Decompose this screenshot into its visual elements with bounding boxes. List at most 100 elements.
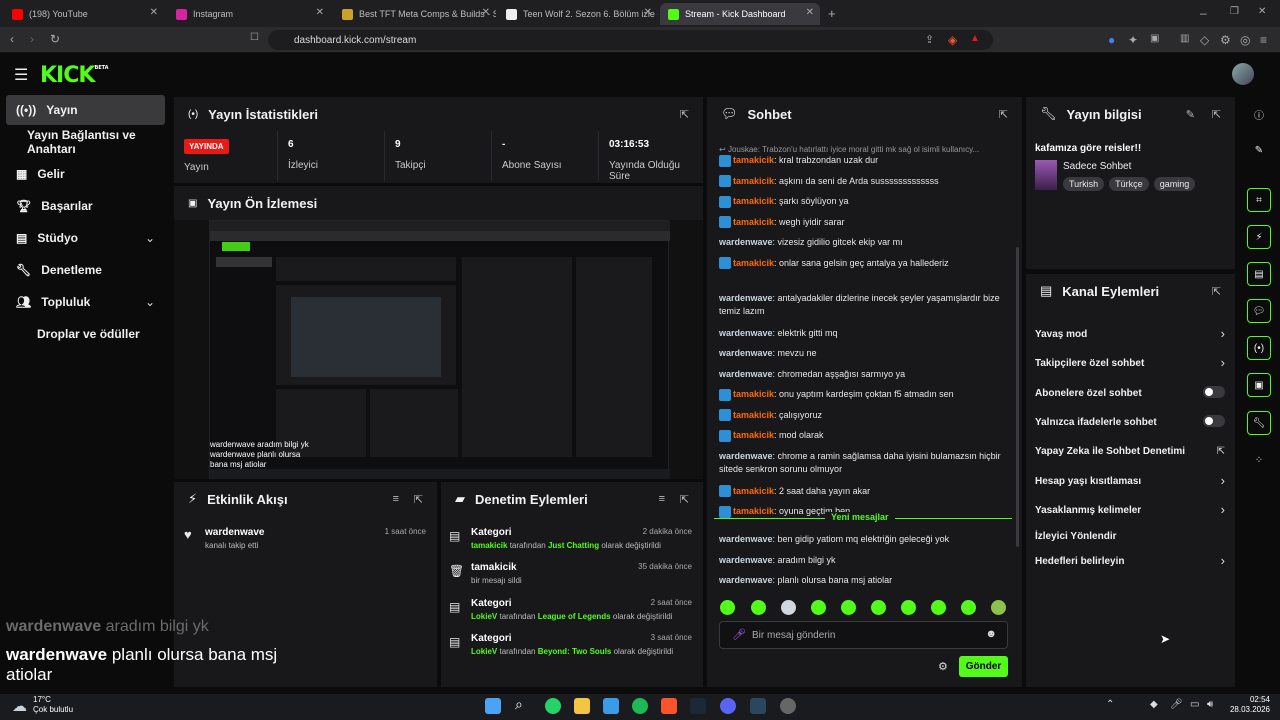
avatar[interactable] bbox=[1232, 63, 1254, 85]
wrench-icon[interactable]: 🔧︎ bbox=[1247, 411, 1271, 435]
extensions-icon[interactable]: ✦ bbox=[1128, 33, 1138, 47]
action-emotes-only[interactable]: Yalnızca ifadelerle sohbet bbox=[1035, 415, 1225, 428]
emote-icon[interactable] bbox=[961, 600, 976, 615]
info-icon[interactable]: ⓘ bbox=[1247, 102, 1271, 126]
discord-icon[interactable] bbox=[720, 698, 736, 714]
weather-cloud-icon[interactable]: ☁ bbox=[12, 697, 27, 715]
close-icon[interactable]: ✕ bbox=[644, 7, 652, 18]
sidebar-item-topluluk[interactable]: 👥︎ Topluluk ⌄ bbox=[6, 287, 165, 317]
network-icon[interactable]: ▭ bbox=[1190, 699, 1199, 710]
chat-username[interactable]: tamakicik bbox=[733, 430, 774, 440]
emotes-only-toggle[interactable] bbox=[1203, 415, 1225, 427]
steam-icon[interactable] bbox=[690, 698, 706, 714]
broadcast-icon[interactable]: (•) bbox=[1247, 336, 1271, 360]
emote-icon[interactable] bbox=[781, 600, 796, 615]
tab-instagram[interactable]: Instagram ✕ bbox=[168, 3, 330, 25]
minimize-icon[interactable]: – bbox=[1200, 6, 1207, 20]
chat-username[interactable]: wardenwave bbox=[719, 369, 773, 379]
action-slow-mode[interactable]: Yavaş mod › bbox=[1035, 326, 1225, 341]
sidebar-item-gelir[interactable]: ▦ Gelir bbox=[6, 159, 165, 189]
volume-icon[interactable]: 🔊︎ bbox=[1207, 699, 1213, 710]
chat-username[interactable]: tamakicik bbox=[733, 155, 774, 165]
emote-icon[interactable] bbox=[841, 600, 856, 615]
menu-icon[interactable]: ≡ bbox=[1260, 33, 1267, 47]
chat-username[interactable]: tamakicik bbox=[733, 389, 774, 399]
share-icon[interactable]: ⇪ bbox=[925, 33, 934, 46]
popout-icon[interactable]: ⇱ bbox=[1212, 285, 1221, 298]
windows-start-icon[interactable] bbox=[485, 698, 501, 714]
tab-youtube[interactable]: (198) YouTube ✕ bbox=[4, 3, 164, 25]
action-account-age[interactable]: Hesap yaşı kısıtlaması › bbox=[1035, 473, 1225, 488]
chat-username[interactable]: wardenwave bbox=[719, 348, 773, 358]
category-thumbnail[interactable] bbox=[1035, 160, 1057, 190]
chat-username[interactable]: tamakicik bbox=[733, 410, 774, 420]
file-explorer-icon[interactable] bbox=[574, 698, 590, 714]
chat-username[interactable]: wardenwave bbox=[719, 555, 773, 565]
chat-scrollbar[interactable] bbox=[1016, 247, 1019, 547]
search-icon[interactable]: ⌕ bbox=[515, 696, 523, 713]
hamburger-menu-icon[interactable]: ☰ bbox=[14, 65, 28, 85]
chat-username[interactable]: wardenwave bbox=[719, 534, 773, 544]
close-icon[interactable]: ✕ bbox=[316, 7, 324, 18]
chat-username[interactable]: wardenwave bbox=[719, 328, 773, 338]
vpn-shield-icon[interactable]: ◎ bbox=[1240, 33, 1250, 47]
bookmark-icon[interactable]: ☐ bbox=[250, 32, 259, 43]
chat-username[interactable]: tamakicik bbox=[733, 217, 774, 227]
tab-tft[interactable]: Best TFT Meta Comps & Builds - Set ✕ bbox=[334, 3, 496, 25]
notes-icon[interactable]: ▤ bbox=[1247, 262, 1271, 286]
restore-icon[interactable]: ❐ bbox=[1230, 6, 1239, 17]
action-goals[interactable]: Hedefleri belirleyin › bbox=[1035, 553, 1225, 568]
spotify-icon[interactable] bbox=[632, 698, 648, 714]
action-ai-moderation[interactable]: Yapay Zeka ile Sohbet Denetimi ⇱ bbox=[1035, 446, 1225, 457]
weather-widget[interactable]: 17°C Çok bulutlu bbox=[33, 695, 73, 715]
chat-username[interactable]: tamakicik bbox=[733, 506, 774, 516]
lightning-icon[interactable]: ⚡︎ bbox=[1247, 225, 1271, 249]
category-name[interactable]: Sadece Sohbet bbox=[1063, 161, 1131, 172]
close-window-icon[interactable]: ✕ bbox=[1258, 6, 1266, 17]
brave-rewards-icon[interactable]: ▲ bbox=[970, 33, 980, 44]
steam-alt-icon[interactable] bbox=[750, 698, 766, 714]
back-icon[interactable]: ‹ bbox=[10, 32, 14, 46]
chat-username[interactable]: tamakicik bbox=[733, 176, 774, 186]
popout-icon[interactable]: ⇱ bbox=[1212, 108, 1221, 121]
chevron-up-icon[interactable]: ⌃ bbox=[1106, 699, 1114, 710]
popout-icon[interactable]: ⇱ bbox=[999, 108, 1008, 121]
tag[interactable]: Türkçe bbox=[1109, 177, 1149, 191]
sidebar-item-stream-key[interactable]: Yayın Bağlantısı ve Anahtarı bbox=[6, 127, 165, 157]
action-raid[interactable]: İzleyici Yönlendir bbox=[1035, 531, 1225, 542]
steam-tray-icon[interactable]: ◆ bbox=[1150, 699, 1158, 710]
close-icon[interactable]: ✕ bbox=[806, 7, 814, 18]
emote-icon[interactable] bbox=[871, 600, 886, 615]
app-icon[interactable] bbox=[780, 698, 796, 714]
chat-username[interactable]: tamakicik bbox=[733, 258, 774, 268]
emote-icon[interactable] bbox=[751, 600, 766, 615]
action-followers-only[interactable]: Takipçilere özel sohbet › bbox=[1035, 355, 1225, 370]
tag[interactable]: gaming bbox=[1153, 177, 1196, 191]
tab-teenwolf[interactable]: Teen Wolf 2. Sezon 6. Bölüm izle - 10 ✕ bbox=[498, 3, 658, 25]
sidebar-item-denetleme[interactable]: 🔧︎ Denetleme bbox=[6, 255, 165, 285]
more-icon[interactable]: ⁘ bbox=[1247, 448, 1271, 472]
close-icon[interactable]: ✕ bbox=[482, 7, 490, 18]
filter-icon[interactable]: ≡ bbox=[393, 493, 399, 505]
chat-username[interactable]: wardenwave bbox=[719, 575, 773, 585]
chat-username[interactable]: tamakicik bbox=[733, 486, 774, 496]
edit-icon[interactable]: ✎ bbox=[1186, 108, 1195, 121]
wallet-icon[interactable]: ▣ bbox=[1150, 33, 1159, 44]
microphone-icon[interactable]: 🎤︎ bbox=[732, 628, 746, 641]
chat-username[interactable]: wardenwave bbox=[719, 293, 773, 303]
scan-icon[interactable]: ⌗ bbox=[1247, 188, 1271, 212]
new-tab-icon[interactable]: + bbox=[828, 6, 836, 21]
emote-icon[interactable] bbox=[931, 600, 946, 615]
action-subscribers-only[interactable]: Abonelere özel sohbet bbox=[1035, 386, 1225, 399]
url-field[interactable]: dashboard.kick.com/stream bbox=[268, 30, 993, 50]
popout-icon[interactable]: ⇱ bbox=[414, 493, 423, 506]
popout-icon[interactable]: ⇱ bbox=[680, 108, 689, 121]
tab-kick[interactable]: Stream - Kick Dashboard ✕ bbox=[660, 3, 820, 25]
chat-input[interactable]: 🎤︎ Bir mesaj gönderin ☻ bbox=[719, 621, 1008, 649]
sidebar-item-yayin[interactable]: ((•)) Yayın bbox=[6, 95, 165, 125]
layout-icon[interactable]: ▣ bbox=[1247, 373, 1271, 397]
settings-icon[interactable]: ⚙ bbox=[1220, 33, 1231, 47]
send-button[interactable]: Gönder bbox=[959, 656, 1008, 677]
emoji-icon[interactable]: ☻ bbox=[985, 628, 997, 640]
chat-icon[interactable]: 💬︎ bbox=[1247, 299, 1271, 323]
